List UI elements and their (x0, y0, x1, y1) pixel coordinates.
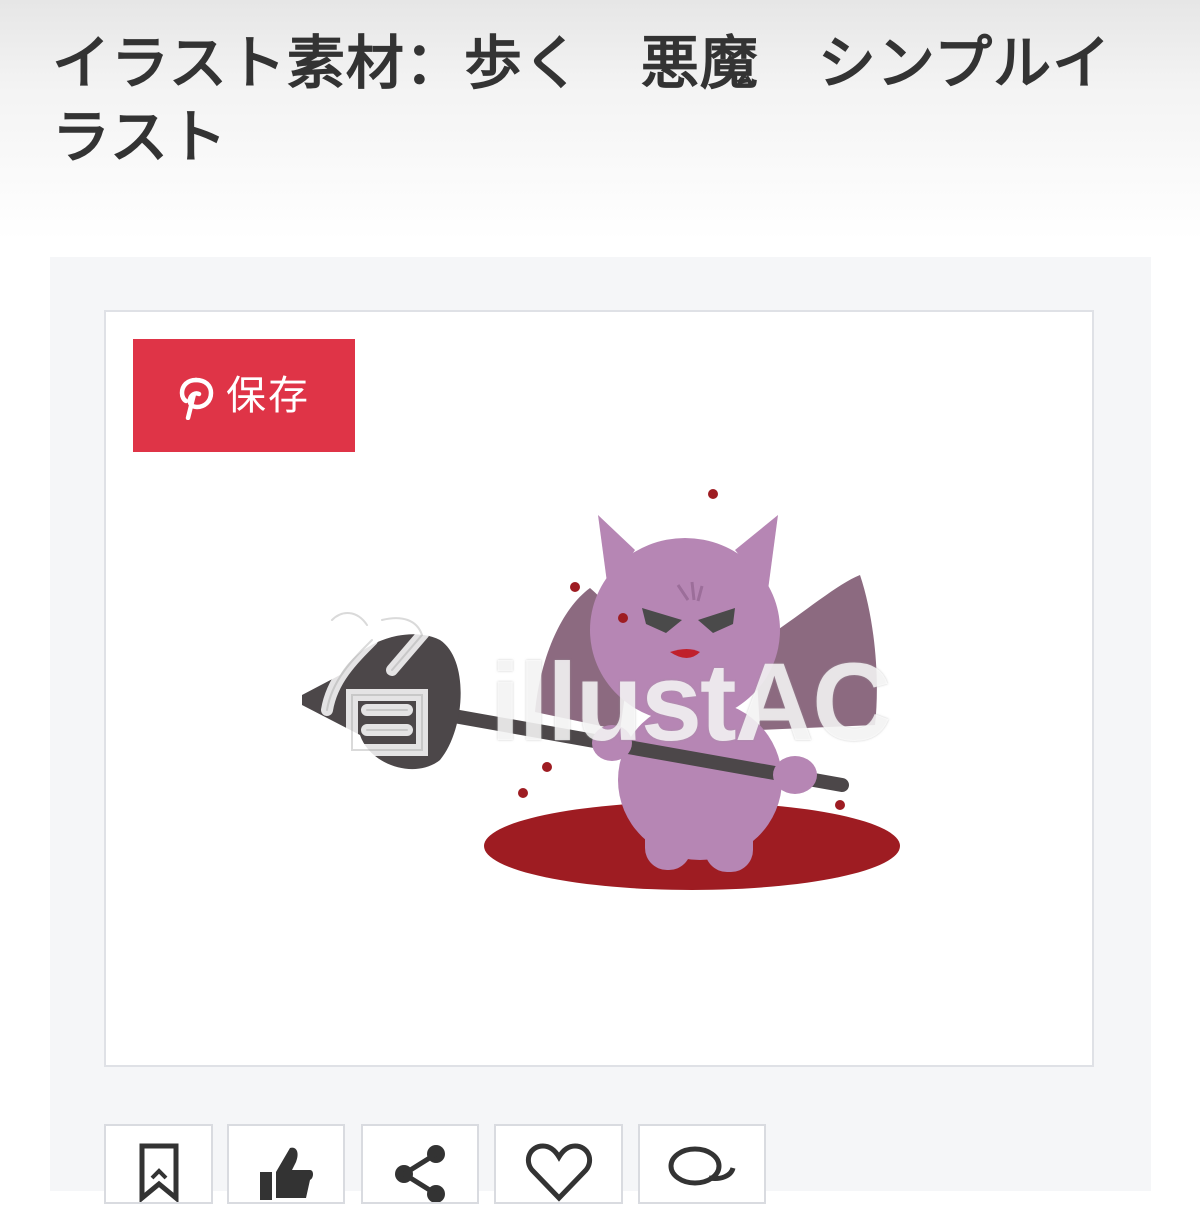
like-button[interactable] (227, 1124, 345, 1204)
share-button[interactable] (361, 1124, 479, 1204)
bookmark-icon (137, 1142, 181, 1204)
watermark-text: illustAC (490, 641, 892, 764)
watermark-logo (321, 607, 429, 756)
thumbs-up-icon (256, 1142, 316, 1202)
pinterest-icon (178, 372, 214, 420)
heart-icon (524, 1142, 594, 1202)
comment-icon (665, 1142, 739, 1202)
page-header: イラスト素材：歩く 悪魔 シンプルイラスト (0, 0, 1200, 240)
share-icon (390, 1142, 450, 1203)
favorite-button[interactable] (494, 1124, 623, 1204)
action-bar (104, 1124, 804, 1204)
bookmark-button[interactable] (104, 1124, 213, 1204)
comment-button[interactable] (638, 1124, 766, 1204)
page-title: イラスト素材：歩く 悪魔 シンプルイラスト (52, 29, 1112, 171)
pinterest-save-button[interactable]: 保存 (133, 339, 355, 452)
pinterest-save-label: 保存 (226, 372, 310, 419)
